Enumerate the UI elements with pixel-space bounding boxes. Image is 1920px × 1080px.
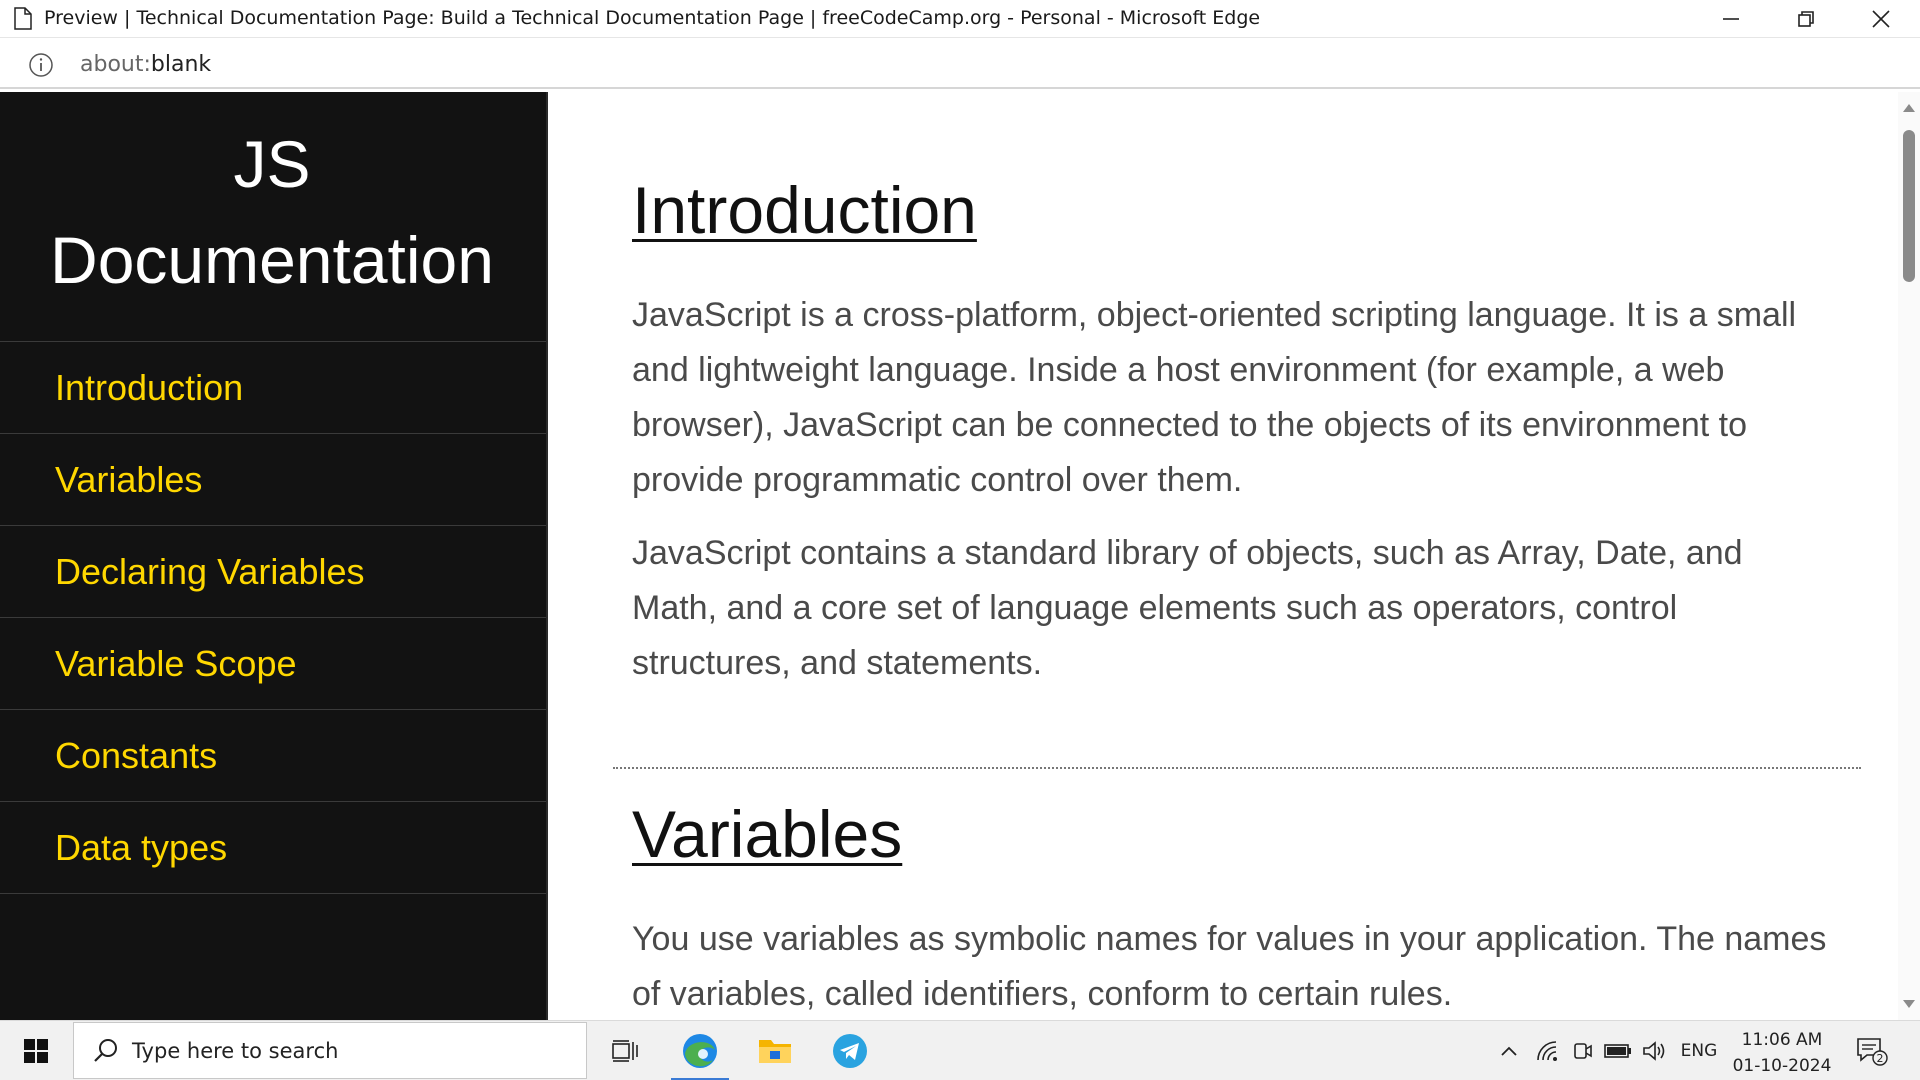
nav-link[interactable]: Declaring Variables <box>55 551 364 593</box>
nav-item-constants[interactable]: Constants <box>0 710 546 802</box>
nav-link[interactable]: Constants <box>55 735 217 777</box>
taskbar-search[interactable]: Type here to search <box>73 1022 587 1079</box>
scrollbar-thumb[interactable] <box>1903 130 1915 282</box>
notification-icon: 2 <box>1857 1038 1888 1066</box>
chevron-up-icon <box>1501 1046 1517 1056</box>
search-icon <box>94 1039 117 1062</box>
notification-center-button[interactable]: 2 <box>1852 1021 1892 1080</box>
task-view-button[interactable] <box>590 1021 660 1080</box>
nav-item-data-types[interactable]: Data types <box>0 802 546 894</box>
start-button[interactable] <box>0 1021 72 1080</box>
section-divider <box>613 767 1861 769</box>
show-hidden-icons-button[interactable] <box>1494 1021 1524 1080</box>
section-paragraph: JavaScript contains a standard library o… <box>632 534 1743 682</box>
input-language[interactable]: ENG <box>1676 1021 1722 1080</box>
task-view-icon <box>612 1040 638 1062</box>
document-icon <box>14 7 32 30</box>
sidebar-heading: JS Documentation <box>0 116 544 308</box>
volume-button[interactable] <box>1638 1021 1670 1080</box>
url-field[interactable]: about:blank <box>80 52 211 77</box>
nav-item-declaring-variables[interactable]: Declaring Variables <box>0 526 546 618</box>
speaker-icon <box>1643 1041 1665 1061</box>
minimize-icon <box>1723 17 1739 20</box>
section-introduction: Introduction JavaScript is a cross-platf… <box>632 172 1832 691</box>
nav-list: Introduction Variables Declaring Variabl… <box>0 341 546 894</box>
telegram-icon <box>833 1034 867 1068</box>
nav-item-variables[interactable]: Variables <box>0 434 546 526</box>
edge-browser-icon <box>683 1034 717 1068</box>
scroll-up-icon[interactable] <box>1903 104 1915 112</box>
folder-icon <box>759 1040 791 1063</box>
camera-icon <box>1574 1043 1592 1059</box>
window-title: Preview | Technical Documentation Page: … <box>44 7 1261 29</box>
clock-date: 01-10-2024 <box>1732 1056 1832 1076</box>
section-title: Introduction <box>632 173 977 247</box>
clock-time: 11:06 AM <box>1741 1030 1823 1050</box>
sidebar-heading-line2: Documentation <box>50 223 494 297</box>
restore-icon <box>1798 10 1814 27</box>
taskbar: Type here to search ENG 11:06 AM 01-10-2… <box>0 1020 1920 1080</box>
nav-item-variable-scope[interactable]: Variable Scope <box>0 618 546 710</box>
telegram-button[interactable] <box>815 1021 885 1080</box>
scroll-down-icon[interactable] <box>1903 1000 1915 1008</box>
window-title-bar: Preview | Technical Documentation Page: … <box>0 0 1920 37</box>
search-placeholder: Type here to search <box>132 1039 339 1063</box>
edge-taskbar-button[interactable] <box>665 1021 735 1080</box>
battery-button[interactable] <box>1600 1021 1636 1080</box>
info-icon[interactable] <box>28 52 54 78</box>
section-variables: Variables You use variables as symbolic … <box>632 796 1832 1020</box>
address-bar: about:blank <box>0 37 1920 89</box>
section-paragraph: JavaScript is a cross-platform, object-o… <box>632 296 1797 499</box>
restore-button[interactable] <box>1771 0 1841 37</box>
nav-link[interactable]: Variable Scope <box>55 643 297 685</box>
meet-now-button[interactable] <box>1568 1021 1598 1080</box>
sidebar-heading-line1: JS <box>233 127 311 201</box>
close-button[interactable] <box>1846 0 1916 37</box>
nav-link[interactable]: Introduction <box>55 367 243 409</box>
url-scheme: about: <box>80 52 151 77</box>
taskbar-clock[interactable]: 11:06 AM 01-10-2024 <box>1722 1027 1842 1079</box>
main-content: Introduction JavaScript is a cross-platf… <box>548 92 1898 1020</box>
windows-logo-icon <box>24 1039 48 1063</box>
nav-item-introduction[interactable]: Introduction <box>0 342 546 434</box>
close-icon <box>1872 9 1890 28</box>
wifi-icon <box>1537 1041 1557 1061</box>
sidebar-nav: JS Documentation Introduction Variables … <box>0 92 548 1020</box>
section-paragraph: You use variables as symbolic names for … <box>632 920 1827 1013</box>
network-button[interactable] <box>1530 1021 1566 1080</box>
section-title: Variables <box>632 797 903 871</box>
minimize-button[interactable] <box>1696 0 1766 37</box>
battery-icon <box>1604 1044 1631 1058</box>
nav-link[interactable]: Data types <box>55 827 227 869</box>
url-path: blank <box>150 52 212 77</box>
file-explorer-button[interactable] <box>740 1021 810 1080</box>
notification-count: 2 <box>1877 1052 1884 1065</box>
nav-link[interactable]: Variables <box>55 459 202 501</box>
vertical-scrollbar[interactable] <box>1898 92 1920 1020</box>
